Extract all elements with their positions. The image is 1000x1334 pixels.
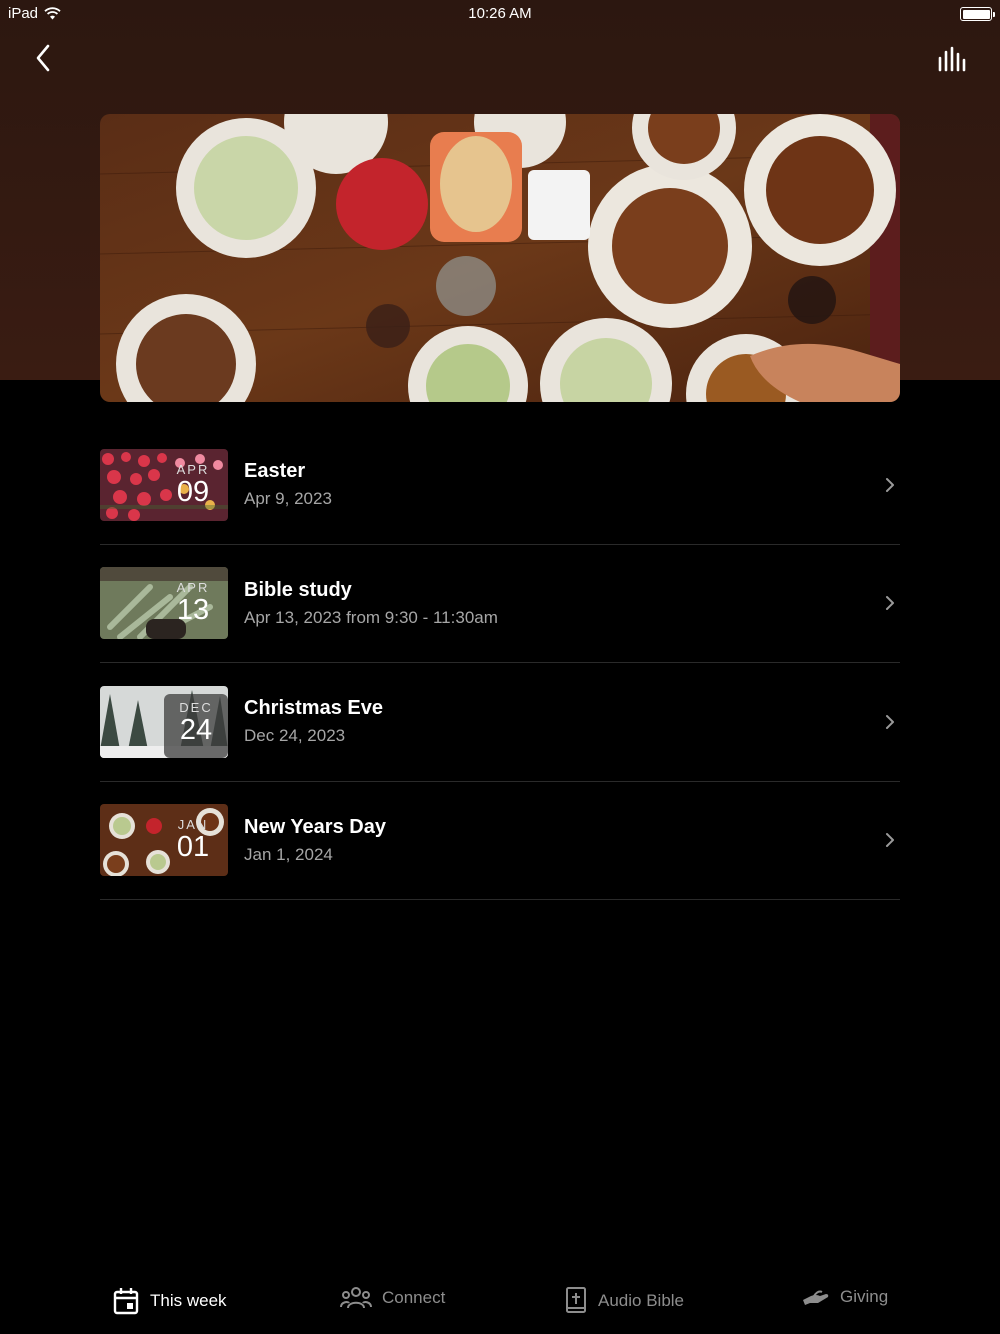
calendar-icon (113, 1288, 139, 1315)
event-row-christmas-eve[interactable]: DEC 24 Christmas Eve Dec 24, 2023 (100, 663, 900, 782)
tab-label: This week (150, 1291, 227, 1310)
date-badge: APR 09 (164, 456, 222, 520)
event-list: APR 09 Easter Apr 9, 2023 APR 13 Bible s… (100, 426, 900, 900)
event-date: Apr 9, 2023 (244, 489, 332, 509)
date-badge-day: 24 (179, 713, 213, 746)
people-icon (340, 1287, 372, 1309)
date-badge-day: 01 (176, 831, 210, 864)
event-row-easter[interactable]: APR 09 Easter Apr 9, 2023 (100, 426, 900, 545)
tab-label: Connect (382, 1288, 446, 1307)
date-badge-day: 09 (176, 475, 210, 508)
tab-bar: This week Connect Audio Bible Giving (0, 1270, 1000, 1334)
giving-hand-icon (803, 1290, 829, 1305)
back-button[interactable] (26, 40, 60, 76)
tab-label: Giving (840, 1287, 889, 1306)
date-badge-month: APR (176, 461, 210, 477)
event-title: Christmas Eve (244, 697, 383, 720)
audio-menu-button[interactable] (934, 44, 970, 76)
event-thumbnail: JAN 01 (100, 804, 228, 877)
event-row-bible-study[interactable]: APR 13 Bible study Apr 13, 2023 from 9:3… (100, 545, 900, 663)
tab-label: Audio Bible (598, 1291, 685, 1310)
date-badge-month: APR (176, 580, 210, 596)
event-title: Easter (244, 460, 306, 483)
chevron-right-icon (886, 477, 894, 492)
event-thumbnail: APR 09 (100, 448, 228, 521)
status-bar: iPad 10:26 AM (0, 0, 1000, 28)
battery-icon (960, 7, 995, 21)
chevron-left-icon (36, 44, 50, 72)
date-badge: DEC 24 (164, 693, 228, 758)
date-badge-month: DEC (179, 699, 213, 715)
status-time: 10:26 AM (468, 5, 532, 22)
chevron-right-icon (886, 833, 894, 848)
chevron-right-icon (886, 714, 894, 729)
date-badge-day: 13 (176, 594, 210, 627)
event-date: Apr 13, 2023 from 9:30 - 11:30am (244, 607, 498, 627)
date-badge: APR 13 (164, 574, 222, 638)
tab-audio-bible[interactable]: Audio Bible (564, 1286, 684, 1316)
event-thumbnail: DEC 24 (100, 685, 228, 758)
hero-image (100, 114, 900, 402)
tab-connect[interactable]: Connect (340, 1286, 445, 1310)
event-title: New Years Day (244, 815, 386, 838)
event-row-new-years-day[interactable]: JAN 01 New Years Day Jan 1, 2024 (100, 782, 900, 900)
tab-giving[interactable]: Giving (802, 1286, 888, 1308)
audio-bars-icon (938, 46, 966, 72)
event-date: Jan 1, 2024 (244, 844, 333, 864)
event-date: Dec 24, 2023 (244, 726, 346, 746)
event-title: Bible study (244, 578, 352, 601)
bible-icon (566, 1287, 586, 1313)
chevron-right-icon (886, 596, 894, 611)
date-badge-month: JAN (177, 817, 209, 833)
date-badge: JAN 01 (164, 811, 222, 875)
event-thumbnail: APR 13 (100, 567, 228, 640)
tab-this-week[interactable]: This week (112, 1286, 227, 1316)
